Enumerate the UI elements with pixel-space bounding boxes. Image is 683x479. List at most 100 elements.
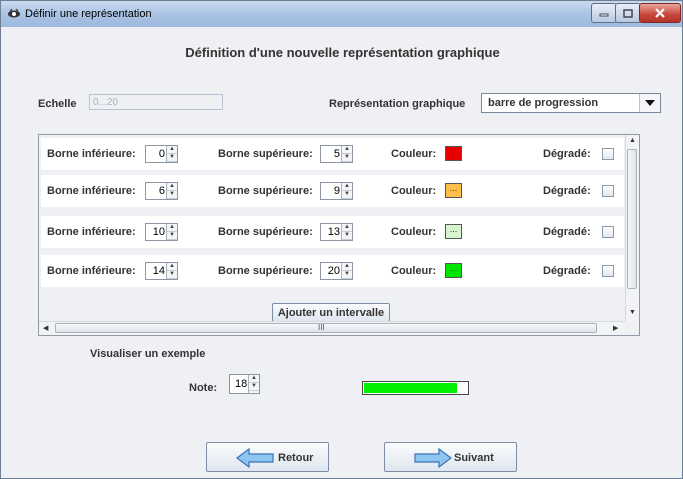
upper-bound-spinner[interactable]: 20 ▲ ▼ bbox=[320, 262, 353, 280]
lower-bound-value: 10 bbox=[152, 226, 165, 238]
spinner-up-icon[interactable]: ▲ bbox=[342, 146, 352, 154]
color-swatch-button[interactable]: ... bbox=[445, 263, 462, 278]
spinner-down-icon[interactable]: ▼ bbox=[167, 271, 177, 279]
app-icon bbox=[8, 8, 20, 18]
scroll-right-icon[interactable]: ▶ bbox=[613, 324, 618, 332]
spinner-up-icon[interactable]: ▲ bbox=[167, 146, 177, 154]
color-label: Couleur: bbox=[391, 265, 437, 277]
representation-label: Représentation graphique bbox=[329, 98, 466, 110]
scroll-left-icon[interactable]: ◀ bbox=[43, 324, 48, 332]
page-title: Définition d'une nouvelle représentation… bbox=[185, 45, 500, 60]
lower-bound-value: 6 bbox=[158, 185, 165, 197]
upper-bound-value: 9 bbox=[333, 185, 340, 197]
upper-bound-label: Borne supérieure: bbox=[218, 226, 313, 238]
lower-bound-spinner[interactable]: 0 ▲ ▼ bbox=[145, 145, 178, 163]
spinner-up-icon[interactable]: ▲ bbox=[342, 224, 352, 232]
color-swatch-button[interactable]: ... bbox=[445, 224, 462, 239]
spinner-up-icon[interactable]: ▲ bbox=[342, 183, 352, 191]
upper-bound-spinner[interactable]: 13 ▲ ▼ bbox=[320, 223, 353, 241]
gradient-label: Dégradé: bbox=[543, 226, 591, 238]
dropdown-arrow[interactable] bbox=[639, 94, 660, 112]
progress-fill bbox=[364, 383, 457, 393]
window-title: Définir une représentation bbox=[25, 8, 152, 20]
spinner-down-icon[interactable]: ▼ bbox=[342, 271, 352, 279]
spinner-up-icon[interactable]: ▲ bbox=[167, 263, 177, 271]
lower-bound-spinner[interactable]: 14 ▲ ▼ bbox=[145, 262, 178, 280]
color-swatch-button[interactable] bbox=[445, 146, 462, 161]
spinner-down-icon[interactable]: ▼ bbox=[167, 154, 177, 162]
spinner-up-icon[interactable]: ▲ bbox=[167, 183, 177, 191]
spinner-up-icon[interactable]: ▲ bbox=[167, 224, 177, 232]
example-title: Visualiser un exemple bbox=[90, 348, 206, 360]
minimize-icon bbox=[599, 13, 609, 17]
intervals-panel: Borne inférieure: 0 ▲ ▼ Borne supérieure: … bbox=[38, 134, 640, 336]
arrow-right-icon bbox=[414, 448, 452, 468]
upper-bound-spinner[interactable]: 9 ▲ ▼ bbox=[320, 182, 353, 200]
upper-bound-label: Borne supérieure: bbox=[218, 148, 313, 160]
spinner-down-icon[interactable]: ▼ bbox=[167, 232, 177, 240]
spinner-down-icon[interactable]: ▼ bbox=[167, 191, 177, 199]
minimize-button[interactable] bbox=[591, 3, 617, 23]
gradient-checkbox[interactable] bbox=[602, 148, 614, 160]
spinner-down-icon[interactable]: ▼ bbox=[249, 383, 259, 391]
upper-bound-value: 5 bbox=[333, 148, 340, 160]
lower-bound-label: Borne inférieure: bbox=[47, 148, 136, 160]
scroll-up-icon[interactable]: ▲ bbox=[629, 137, 636, 144]
arrow-left-icon bbox=[236, 448, 274, 468]
lower-bound-value: 14 bbox=[152, 265, 165, 277]
maximize-button[interactable] bbox=[615, 3, 641, 23]
upper-bound-value: 20 bbox=[327, 265, 340, 277]
color-label: Couleur: bbox=[391, 148, 437, 160]
vertical-scroll-thumb[interactable] bbox=[627, 149, 637, 289]
gradient-label: Dégradé: bbox=[543, 265, 591, 277]
spinner-down-icon[interactable]: ▼ bbox=[342, 232, 352, 240]
spinner-up-icon[interactable]: ▲ bbox=[249, 375, 259, 383]
lower-bound-label: Borne inférieure: bbox=[47, 226, 136, 238]
maximize-icon bbox=[623, 8, 633, 18]
gradient-checkbox[interactable] bbox=[602, 265, 614, 277]
interval-row: Borne inférieure: 10 ▲ ▼ Borne supérieure:… bbox=[41, 216, 624, 248]
example-progress-bar bbox=[362, 381, 469, 395]
upper-bound-label: Borne supérieure: bbox=[218, 185, 313, 197]
scroll-grip: III bbox=[318, 323, 325, 332]
note-spinner[interactable]: 18 ▲ ▼ bbox=[229, 374, 260, 394]
back-button-label: Retour bbox=[278, 452, 314, 464]
interval-row: Borne inférieure: 14 ▲ ▼ Borne supérieure:… bbox=[41, 255, 624, 287]
note-label: Note: bbox=[189, 382, 218, 394]
close-icon bbox=[655, 8, 665, 18]
representation-value: barre de progression bbox=[488, 97, 599, 109]
next-button-label: Suivant bbox=[454, 452, 494, 464]
lower-bound-label: Borne inférieure: bbox=[47, 265, 136, 277]
upper-bound-spinner[interactable]: 5 ▲ ▼ bbox=[320, 145, 353, 163]
scale-label: Echelle bbox=[38, 98, 77, 110]
spinner-up-icon[interactable]: ▲ bbox=[342, 263, 352, 271]
color-swatch-button[interactable]: ... bbox=[445, 183, 462, 198]
spinner-down-icon[interactable]: ▼ bbox=[342, 154, 352, 162]
horizontal-scrollbar[interactable]: ◀ III ▶ bbox=[39, 321, 625, 335]
lower-bound-label: Borne inférieure: bbox=[47, 185, 136, 197]
vertical-scrollbar[interactable]: ▲ ▼ bbox=[625, 135, 639, 321]
upper-bound-value: 13 bbox=[327, 226, 340, 238]
title-bar[interactable]: Définir une représentation bbox=[1, 1, 682, 27]
representation-select[interactable]: barre de progression bbox=[481, 93, 661, 113]
lower-bound-spinner[interactable]: 6 ▲ ▼ bbox=[145, 182, 178, 200]
color-label: Couleur: bbox=[391, 226, 437, 238]
add-interval-button[interactable]: Ajouter un intervalle bbox=[272, 303, 390, 322]
spinner-down-icon[interactable]: ▼ bbox=[342, 191, 352, 199]
lower-bound-value: 0 bbox=[158, 148, 165, 160]
lower-bound-spinner[interactable]: 10 ▲ ▼ bbox=[145, 223, 178, 241]
dialog-window: Définir une représentation Définition d'… bbox=[0, 0, 683, 479]
note-value: 18 bbox=[235, 378, 248, 390]
back-button[interactable]: Retour bbox=[206, 442, 329, 472]
gradient-checkbox[interactable] bbox=[602, 185, 614, 197]
next-button[interactable]: Suivant bbox=[384, 442, 517, 472]
interval-row: Borne inférieure: 0 ▲ ▼ Borne supérieure: … bbox=[41, 138, 624, 170]
close-button[interactable] bbox=[639, 3, 681, 23]
gradient-label: Dégradé: bbox=[543, 185, 591, 197]
horizontal-scroll-thumb[interactable]: III bbox=[55, 323, 597, 333]
scroll-down-icon[interactable]: ▼ bbox=[629, 309, 636, 316]
gradient-checkbox[interactable] bbox=[602, 226, 614, 238]
interval-row: Borne inférieure: 6 ▲ ▼ Borne supérieure: … bbox=[41, 175, 624, 207]
color-label: Couleur: bbox=[391, 185, 437, 197]
chevron-down-icon bbox=[645, 100, 655, 106]
